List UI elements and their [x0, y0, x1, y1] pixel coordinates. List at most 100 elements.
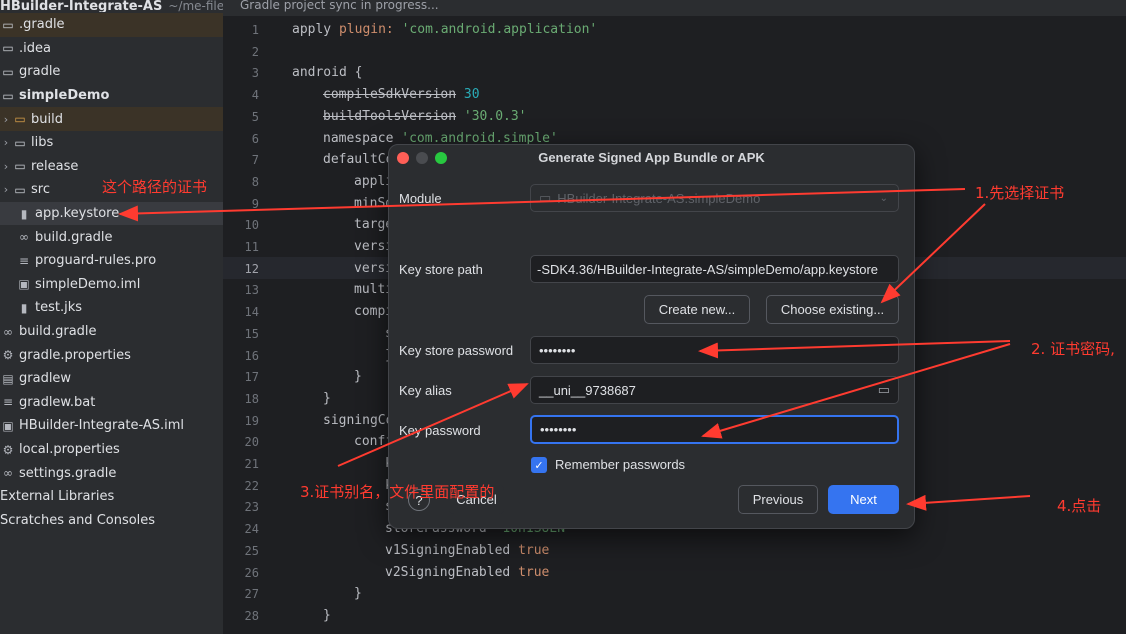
file-icon: ▮ [20, 206, 28, 221]
code-line-27: } [354, 586, 362, 602]
tree-item-libs[interactable]: › ▭ libs [0, 131, 223, 155]
tree-item-label: gradlew [19, 371, 72, 387]
tree-item-label: local.properties [19, 442, 120, 458]
tree-item-label: gradle.properties [19, 347, 131, 363]
tree-item-idea[interactable]: ▭ .idea [0, 37, 223, 61]
next-button[interactable]: Next [828, 485, 899, 514]
line-number: 23 [244, 500, 259, 515]
folder-icon: ▭ [14, 159, 26, 174]
line-number: 22 [244, 478, 259, 493]
keystore-path-label: Key store path [399, 262, 483, 277]
key-password-field[interactable]: •••••••• [530, 415, 899, 444]
line-number: 20 [244, 435, 259, 450]
key-password-label: Key password [399, 423, 481, 438]
chevron-right-icon[interactable]: › [0, 183, 12, 196]
line-number: 3 [251, 66, 259, 81]
line-number-current: 12 [244, 261, 259, 276]
line-number: 26 [244, 565, 259, 580]
tree-item-build[interactable]: › ▭ build [0, 107, 223, 131]
line-number: 4 [251, 88, 259, 103]
module-folder-icon: ▭ [539, 190, 552, 205]
settings-icon: ⚙ [2, 442, 14, 457]
tree-item-gradle-properties[interactable]: ⚙ gradle.properties [0, 343, 223, 367]
tree-item-release[interactable]: › ▭ release [0, 155, 223, 179]
chevron-right-icon[interactable]: › [0, 160, 12, 173]
code-line-19: signingCo [323, 412, 394, 428]
tree-item-gradlew[interactable]: ▤ gradlew [0, 367, 223, 391]
code-line-18: } [323, 390, 331, 406]
create-new-button[interactable]: Create new... [644, 295, 750, 324]
line-number: 18 [244, 391, 259, 406]
checkmark-icon: ✓ [534, 458, 544, 472]
module-select[interactable]: ▭ HBuilder-Integrate-AS.simpleDemo ⌄ [530, 184, 899, 212]
keystore-password-field[interactable]: •••••••• [530, 336, 899, 364]
code-line-28: } [323, 607, 331, 623]
remember-passwords-label: Remember passwords [555, 457, 686, 472]
keystore-password-value: •••••••• [539, 342, 576, 358]
line-number: 28 [244, 608, 259, 623]
code-line-5: buildToolsVersion '30.0.3' [323, 108, 527, 124]
key-alias-label: Key alias [399, 383, 452, 398]
line-number: 13 [244, 283, 259, 298]
tree-item-gradlew-bat[interactable]: ≡ gradlew.bat [0, 391, 223, 415]
tree-item-scratches[interactable]: Scratches and Consoles [0, 509, 223, 533]
line-number: 11 [244, 240, 259, 254]
line-number: 21 [244, 457, 259, 471]
tree-item-simpledemo-iml[interactable]: ▣ simpleDemo.iml [0, 273, 223, 297]
tree-item-settings-gradle[interactable]: ∞ settings.gradle [0, 461, 223, 485]
choose-existing-button[interactable]: Choose existing... [766, 295, 899, 324]
tree-item-label: proguard-rules.pro [35, 253, 157, 269]
keystore-password-label: Key store password [399, 343, 514, 358]
tree-item-app-keystore[interactable]: ▮ app.keystore [0, 201, 223, 226]
tree-item-proguard[interactable]: ≡ proguard-rules.pro [0, 249, 223, 273]
file-icon: ▮ [20, 300, 28, 315]
chevron-right-icon[interactable]: › [0, 113, 12, 126]
iml-file-icon: ▣ [18, 277, 30, 292]
dialog-title: Generate Signed App Bundle or APK [538, 150, 765, 165]
folder-icon: ▭ [2, 17, 14, 32]
tree-item-root-build-gradle[interactable]: ∞ build.gradle [0, 320, 223, 344]
tree-item-label: settings.gradle [19, 465, 117, 481]
folder-icon: ▭ [14, 182, 26, 197]
line-number: 15 [244, 326, 259, 341]
module-label: Module [399, 191, 442, 206]
settings-icon: ⚙ [2, 348, 14, 363]
gradle-icon: ∞ [3, 324, 13, 339]
module-folder-icon: ▭ [2, 88, 14, 103]
previous-button[interactable]: Previous [738, 485, 818, 514]
folder-browse-icon[interactable]: ▭ [878, 382, 890, 398]
tree-item-label: test.jks [35, 300, 83, 316]
key-alias-field[interactable]: __uni__9738687 ▭ [530, 376, 899, 404]
project-header[interactable]: HBuilder-Integrate-AS ~/me-file/fro [0, 0, 223, 12]
tree-item-label: libs [31, 135, 54, 151]
tree-item-local-properties[interactable]: ⚙ local.properties [0, 438, 223, 462]
project-path: ~/me-file/fro [168, 0, 223, 12]
tree-item-external-libraries[interactable]: External Libraries [0, 485, 223, 509]
tree-item-module-build-gradle[interactable]: ∞ build.gradle [0, 225, 223, 249]
line-number: 2 [251, 44, 259, 59]
remember-passwords-checkbox[interactable]: ✓ [531, 457, 547, 473]
annotation-path-note: 这个路径的证书 [102, 178, 208, 196]
tree-item-label: simpleDemo [19, 88, 110, 104]
code-line-7: defaultCo [323, 152, 394, 168]
tree-item-root-iml[interactable]: ▣ HBuilder-Integrate-AS.iml [0, 414, 223, 438]
line-number: 27 [244, 587, 259, 602]
tree-item-label: External Libraries [0, 489, 115, 505]
line-number: 8 [251, 174, 259, 189]
tree-item-label: Scratches and Consoles [0, 512, 156, 528]
line-number: 24 [244, 522, 259, 537]
tree-item-test-jks[interactable]: ▮ test.jks [0, 296, 223, 320]
tree-item-dot-gradle[interactable]: ▭ .gradle [0, 13, 223, 37]
line-number: 17 [244, 370, 259, 385]
tree-item-simpledemo[interactable]: ▭ simpleDemo [0, 84, 223, 108]
tree-item-label: build.gradle [35, 229, 113, 245]
text-file-icon: ≡ [18, 253, 30, 268]
tree-item-gradle-folder[interactable]: ▭ gradle [0, 60, 223, 84]
keystore-path-field[interactable]: -SDK4.36/HBuilder-Integrate-AS/simpleDem… [530, 255, 899, 283]
tree-item-label: release [31, 158, 79, 174]
code-line-1: apply plugin: 'com.android.application' [292, 22, 598, 37]
chevron-right-icon[interactable]: › [0, 136, 12, 149]
code-line-4: compileSdkVersion 30 [323, 87, 480, 103]
line-number: 1 [251, 23, 259, 37]
tree-item-label: gradlew.bat [19, 394, 96, 410]
